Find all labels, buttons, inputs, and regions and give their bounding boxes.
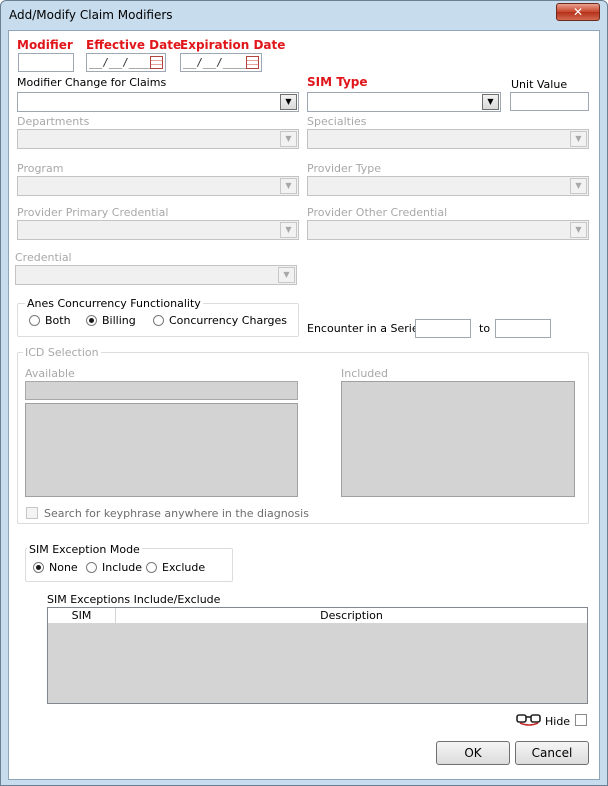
modifier-input[interactable] bbox=[18, 53, 74, 72]
icd-available-search[interactable] bbox=[25, 381, 298, 400]
provider-type-combo[interactable]: ▼ bbox=[307, 176, 589, 196]
specialties-combo[interactable]: ▼ bbox=[307, 129, 589, 149]
modifier-change-combo[interactable]: ▼ bbox=[17, 92, 299, 112]
calendar-icon[interactable] bbox=[150, 56, 163, 69]
dialog-client-area: Modifier Effective Date __/__/____ Expir… bbox=[8, 30, 600, 780]
sim-exception-mode-label: SIM Exception Mode bbox=[27, 543, 142, 556]
provider-primary-credential-label: Provider Primary Credential bbox=[17, 206, 169, 219]
keyphrase-search-label: Search for keyphrase anywhere in the dia… bbox=[44, 507, 309, 520]
encounter-to-label: to bbox=[479, 322, 491, 335]
dropdown-arrow-icon: ▼ bbox=[570, 222, 587, 238]
expiration-date-label: Expiration Date bbox=[180, 38, 286, 52]
dropdown-arrow-icon: ▼ bbox=[280, 222, 297, 238]
sim-type-label: SIM Type bbox=[307, 75, 368, 89]
keyphrase-search-checkbox[interactable] bbox=[26, 507, 38, 519]
sim-exceptions-label: SIM Exceptions Include/Exclude bbox=[47, 593, 221, 606]
icd-selection-label: ICD Selection bbox=[23, 346, 101, 359]
credential-label: Credential bbox=[15, 251, 72, 264]
encounter-series-label: Encounter in a Series bbox=[307, 322, 425, 335]
sim-exclude-radio[interactable] bbox=[146, 562, 157, 573]
hide-checkbox[interactable] bbox=[575, 714, 587, 726]
program-combo[interactable]: ▼ bbox=[17, 176, 299, 196]
encounter-to-input[interactable] bbox=[495, 319, 551, 338]
sim-include-label: Include bbox=[102, 561, 143, 574]
anes-billing-label: Billing bbox=[102, 314, 136, 327]
icd-included-list[interactable] bbox=[341, 381, 575, 497]
window-title: Add/Modify Claim Modifiers bbox=[9, 8, 173, 22]
departments-label: Departments bbox=[17, 115, 90, 128]
dropdown-arrow-icon: ▼ bbox=[570, 178, 587, 194]
grid-column-header-description[interactable]: Description bbox=[116, 608, 587, 624]
anes-concurrency-label: Anes Concurrency Functionality bbox=[25, 297, 203, 310]
sim-exclude-label: Exclude bbox=[162, 561, 206, 574]
modifier-change-label: Modifier Change for Claims bbox=[17, 76, 167, 89]
credential-combo[interactable]: ▼ bbox=[15, 265, 297, 285]
dropdown-arrow-icon: ▼ bbox=[278, 267, 295, 283]
expiration-date-value: __/__/____ bbox=[183, 56, 250, 69]
dropdown-arrow-icon[interactable]: ▼ bbox=[280, 94, 297, 110]
anes-concurrency-charges-radio[interactable] bbox=[153, 315, 164, 326]
provider-primary-credential-combo[interactable]: ▼ bbox=[17, 220, 299, 240]
effective-date-value: __/__/____ bbox=[89, 56, 156, 69]
icd-available-label: Available bbox=[25, 367, 75, 380]
provider-type-label: Provider Type bbox=[307, 162, 382, 175]
unit-value-label: Unit Value bbox=[511, 78, 568, 91]
specialties-label: Specialties bbox=[307, 115, 367, 128]
hide-label: Hide bbox=[545, 715, 571, 728]
anes-billing-radio[interactable] bbox=[86, 315, 97, 326]
sim-exceptions-grid[interactable]: SIM Description bbox=[47, 607, 588, 704]
dropdown-arrow-icon: ▼ bbox=[570, 131, 587, 147]
glasses-icon bbox=[516, 714, 541, 726]
encounter-from-input[interactable] bbox=[415, 319, 471, 338]
calendar-icon[interactable] bbox=[246, 56, 259, 69]
sim-type-combo[interactable]: ▼ bbox=[307, 92, 501, 112]
close-button[interactable]: ✕ bbox=[556, 3, 600, 21]
anes-both-label: Both bbox=[45, 314, 71, 327]
sim-none-label: None bbox=[49, 561, 78, 574]
dialog-window: Add/Modify Claim Modifiers ✕ Modifier Ef… bbox=[0, 0, 608, 786]
provider-other-credential-combo[interactable]: ▼ bbox=[307, 220, 589, 240]
provider-other-credential-label: Provider Other Credential bbox=[307, 206, 448, 219]
grid-column-header-sim[interactable]: SIM bbox=[48, 608, 116, 624]
departments-combo[interactable]: ▼ bbox=[17, 129, 299, 149]
modifier-label: Modifier bbox=[17, 38, 73, 52]
icd-available-list[interactable] bbox=[25, 403, 298, 497]
expiration-date-field[interactable]: __/__/____ bbox=[180, 53, 262, 72]
dropdown-arrow-icon: ▼ bbox=[280, 178, 297, 194]
title-bar[interactable]: Add/Modify Claim Modifiers ✕ bbox=[1, 1, 607, 29]
effective-date-field[interactable]: __/__/____ bbox=[86, 53, 166, 72]
unit-value-input[interactable] bbox=[510, 92, 589, 111]
dropdown-arrow-icon[interactable]: ▼ bbox=[482, 94, 499, 110]
sim-include-radio[interactable] bbox=[86, 562, 97, 573]
icd-included-label: Included bbox=[341, 367, 389, 380]
anes-both-radio[interactable] bbox=[29, 315, 40, 326]
program-label: Program bbox=[17, 162, 64, 175]
ok-button[interactable]: OK bbox=[436, 741, 510, 765]
dropdown-arrow-icon: ▼ bbox=[280, 131, 297, 147]
cancel-button[interactable]: Cancel bbox=[515, 741, 589, 765]
anes-concurrency-charges-label: Concurrency Charges bbox=[169, 314, 288, 327]
sim-none-radio[interactable] bbox=[33, 562, 44, 573]
effective-date-label: Effective Date bbox=[86, 38, 182, 52]
close-icon: ✕ bbox=[572, 5, 584, 19]
